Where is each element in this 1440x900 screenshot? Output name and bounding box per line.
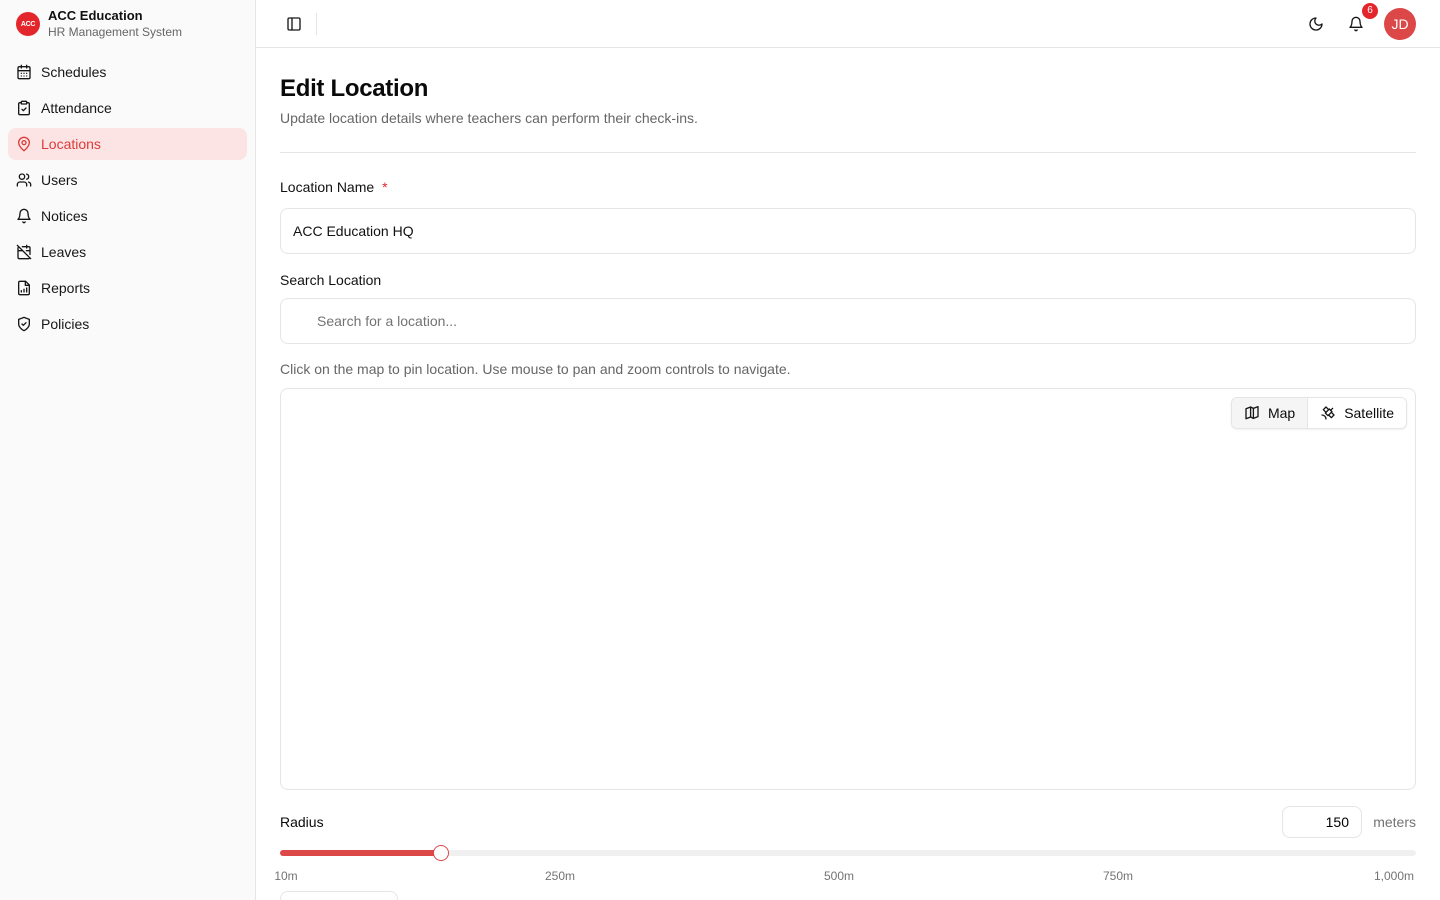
radius-tick-label: 750m [1102, 869, 1134, 883]
map-canvas[interactable]: Map Satellite [280, 388, 1416, 790]
sidebar: ACC ACC Education HR Management System S… [0, 0, 256, 900]
map-view-label: Map [1267, 405, 1296, 421]
sidebar-item-schedules[interactable]: Schedules [8, 56, 247, 88]
sidebar-item-label: Schedules [41, 64, 107, 80]
topbar-divider [316, 12, 317, 35]
radius-slider[interactable] [280, 845, 1416, 861]
radius-tick-label: 250m [544, 869, 576, 883]
satellite-view-label: Satellite [1344, 405, 1394, 421]
file-chart-icon [18, 280, 30, 296]
satellite-icon [1321, 406, 1335, 420]
sidebar-item-label: Locations [41, 136, 101, 152]
map-icon [1245, 406, 1259, 420]
topbar: 6 JD [256, 0, 1440, 48]
radius-tick-label: 1,000m [1373, 869, 1415, 883]
map-pin-icon [18, 136, 30, 152]
search-location-label: Search Location [280, 272, 382, 288]
sidebar-item-leaves[interactable]: Leaves [8, 236, 247, 268]
notification-badge: 6 [1360, 0, 1380, 21]
satellite-view-button[interactable]: Satellite [1307, 398, 1406, 428]
shield-check-icon [18, 316, 30, 332]
form-action-button[interactable] [280, 891, 398, 900]
location-name-label: Location Name * [280, 179, 388, 195]
required-mark: * [382, 179, 388, 195]
moon-icon [1309, 16, 1323, 31]
radius-unit: meters [1373, 814, 1416, 830]
map-type-toggle: Map Satellite [1230, 397, 1407, 429]
clipboard-check-icon [18, 100, 30, 116]
bell-icon [17, 208, 31, 224]
brand-title: ACC Education [48, 8, 143, 23]
sidebar-item-attendance[interactable]: Attendance [8, 92, 247, 124]
sidebar-item-reports[interactable]: Reports [8, 272, 247, 304]
radius-slider-fill [280, 850, 441, 856]
theme-toggle-button[interactable] [1304, 12, 1328, 36]
brand[interactable]: ACC ACC Education HR Management System [0, 0, 255, 48]
search-location-input[interactable] [280, 298, 1416, 344]
avatar[interactable]: JD [1384, 7, 1416, 40]
map-hint: Click on the map to pin location. Use mo… [280, 361, 791, 377]
sidebar-item-users[interactable]: Users [8, 164, 247, 196]
brand-logo: ACC [16, 12, 40, 36]
sidebar-item-label: Attendance [41, 100, 112, 116]
sidebar-nav: Schedules Attendance Locations Users Not… [0, 48, 255, 348]
sidebar-item-label: Users [41, 172, 78, 188]
bell-icon [1349, 16, 1363, 31]
sidebar-item-policies[interactable]: Policies [8, 308, 247, 340]
sidebar-item-label: Reports [41, 280, 91, 296]
radius-tick-label: 10m [274, 869, 298, 883]
users-icon [16, 173, 32, 187]
search-location-field [280, 298, 1416, 344]
page-subtitle: Update location details where teachers c… [280, 110, 698, 126]
sidebar-item-label: Policies [41, 316, 90, 332]
brand-subtitle: HR Management System [48, 25, 183, 39]
calendar-off-icon [16, 244, 32, 260]
section-divider [280, 152, 1416, 153]
location-name-input[interactable] [280, 208, 1416, 254]
radius-tick-label: 500m [823, 869, 855, 883]
radius-label: Radius [280, 814, 324, 830]
sidebar-item-label: Notices [41, 208, 88, 224]
radius-input[interactable] [1282, 806, 1362, 838]
page-title: Edit Location [280, 75, 429, 102]
sidebar-item-notices[interactable]: Notices [8, 200, 247, 232]
map-view-button[interactable]: Map [1231, 398, 1308, 428]
sidebar-item-locations[interactable]: Locations [8, 128, 247, 160]
calendar-icon [17, 64, 31, 80]
notifications-button[interactable]: 6 [1344, 0, 1380, 36]
sidebar-toggle-button[interactable] [280, 10, 308, 38]
sidebar-item-label: Leaves [41, 244, 87, 260]
radius-slider-thumb[interactable] [432, 845, 449, 861]
panel-left-icon [287, 16, 301, 31]
